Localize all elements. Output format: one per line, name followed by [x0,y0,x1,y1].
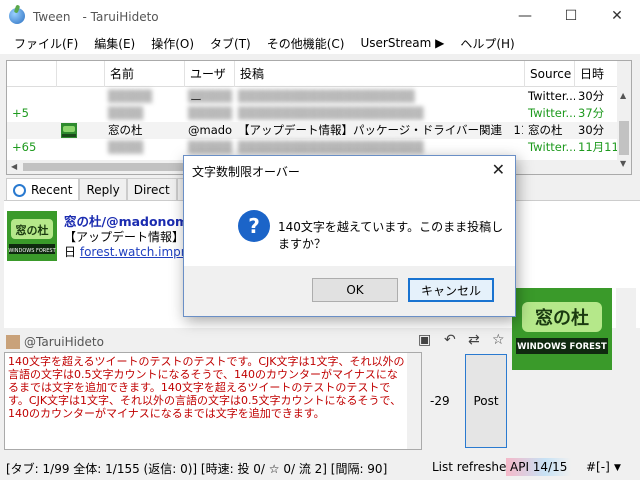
menu-bar: ファイル(F) 編集(E) 操作(O) タブ(T) その他機能(C) UserS… [0,32,640,54]
table-row[interactable]: 窓の杜 @mado... 【アップデート情報】パッケージ・ドライバー関連 11月… [7,122,619,139]
header-marker[interactable] [7,61,57,87]
svg-text:WINDOWS FOREST: WINDOWS FOREST [517,342,607,352]
tween-app-icon [9,8,25,24]
scroll-left-icon[interactable]: ◀ [11,162,17,171]
header-name[interactable]: 名前 [105,61,185,87]
tab-reply[interactable]: Reply [79,178,127,200]
reply-icon[interactable]: ↶ [444,332,456,348]
post-button[interactable]: Post [465,354,507,448]
tab-direct[interactable]: Direct [126,178,177,200]
question-icon: ? [238,210,270,242]
status-bar: [タブ: 1/99 全体: 1/155 (返信: 0)] [時速: 投 0/ ☆… [0,456,640,480]
tab-strip: Recent Reply Direct Fav [6,178,211,201]
menu-userstream[interactable]: UserStream ▶ [353,36,453,50]
window-title: Tween - TaruiHideto [33,9,159,24]
header-source[interactable]: Source [525,61,575,87]
svg-text:窓の杜: 窓の杜 [16,223,49,237]
table-row[interactable]: ▒▒▒▒▒ ▒▒▒▒▒ ▒▒▒▒▒▒▒▒▒▒▒▒▒▒▒▒▒▒▒▒ Twitter… [7,88,619,105]
title-bar: Tween - TaruiHideto — ☐ ✕ [0,0,640,32]
status-refresh: List refreshed [432,460,514,474]
user-avatar [6,335,20,349]
list-vertical-scrollbar[interactable]: ▲ ▼ [617,61,631,174]
search-icon [13,183,26,197]
header-icon[interactable] [57,61,105,87]
char-counter: -29 [430,394,450,408]
menu-help[interactable]: ヘルプ(H) [452,35,522,52]
list-header: 名前 ユーザー 投稿 Source 日時 [7,61,631,107]
ok-button[interactable]: OK [312,278,398,302]
cancel-button[interactable]: キャンセル [408,278,494,302]
close-button[interactable]: ✕ [594,0,640,32]
maximize-button[interactable]: ☐ [548,0,594,32]
api-counter-badge: API 14/15 [506,458,572,476]
menu-other[interactable]: その他機能(C) [259,35,353,52]
table-row[interactable]: +5 ▒▒▒▒ ▒▒▒▒▒ ▒▒▒▒▒▒▒▒▒▒▒▒▒▒▒▒▒▒▒▒▒ Twit… [7,105,619,122]
menu-operation[interactable]: 操作(O) [143,35,202,52]
char-limit-dialog: 文字数制限オーバー ✕ ? 140文字を越えています。このまま投稿しますか？ O… [183,155,516,317]
image-icon[interactable]: ▣ [418,332,431,348]
dialog-message: 140文字を越えています。このまま投稿しますか？ [278,220,504,251]
hash-dropdown-icon[interactable]: ▼ [614,463,621,473]
menu-tab[interactable]: タブ(T) [202,35,259,52]
dialog-close-icon[interactable]: ✕ [492,160,505,179]
header-post[interactable]: 投稿 [235,61,525,87]
dialog-footer: OK キャンセル [184,266,515,316]
list-scroll-thumb[interactable] [619,121,629,155]
svg-text:窓の杜: 窓の杜 [535,307,589,329]
post-area: @TaruiHideto ▣ ↶ ⇄ ☆ 140文字を超えるツイートのテストのテ… [4,330,510,454]
selected-user-avatar: 窓の杜 WINDOWS FOREST [512,288,612,370]
dialog-title: 文字数制限オーバー [192,165,300,179]
madonomori-logo-avatar: 窓の杜 WINDOWS FOREST [7,211,57,261]
scroll-up-icon[interactable]: ▲ [620,91,626,100]
scroll-down-icon[interactable]: ▼ [620,159,626,168]
textbox-scrollbar[interactable] [407,353,421,449]
status-stats: [タブ: 1/99 全体: 1/155 (返信: 0)] [時速: 投 0/ ☆… [6,462,388,476]
svg-text:WINDOWS FOREST: WINDOWS FOREST [8,248,56,254]
minimize-button[interactable]: — [502,0,548,32]
menu-file[interactable]: ファイル(F) [6,35,86,52]
madonomori-avatar-icon [61,123,77,138]
header-user[interactable]: ユーザー [185,61,235,107]
table-row[interactable]: +65 ▒▒▒▒ ▒▒▒▒▒ ▒▒▒▒▒▒▒▒▒▒▒▒▒▒▒▒▒▒▒▒▒ Twi… [7,139,619,156]
post-textbox[interactable]: 140文字を超えるツイートのテストのテストです。CJK文字は1文字、それ以外の言… [4,352,422,450]
post-user-line: @TaruiHideto [6,334,104,350]
menu-edit[interactable]: 編集(E) [86,35,143,52]
header-date[interactable]: 日時 [575,61,619,87]
tab-recent[interactable]: Recent [6,178,80,201]
retweet-icon[interactable]: ⇄ [468,332,480,348]
detail-vertical-scrollbar[interactable] [616,288,636,454]
status-hash[interactable]: #[-] [586,460,610,474]
favorite-star-icon[interactable]: ☆ [492,332,505,348]
